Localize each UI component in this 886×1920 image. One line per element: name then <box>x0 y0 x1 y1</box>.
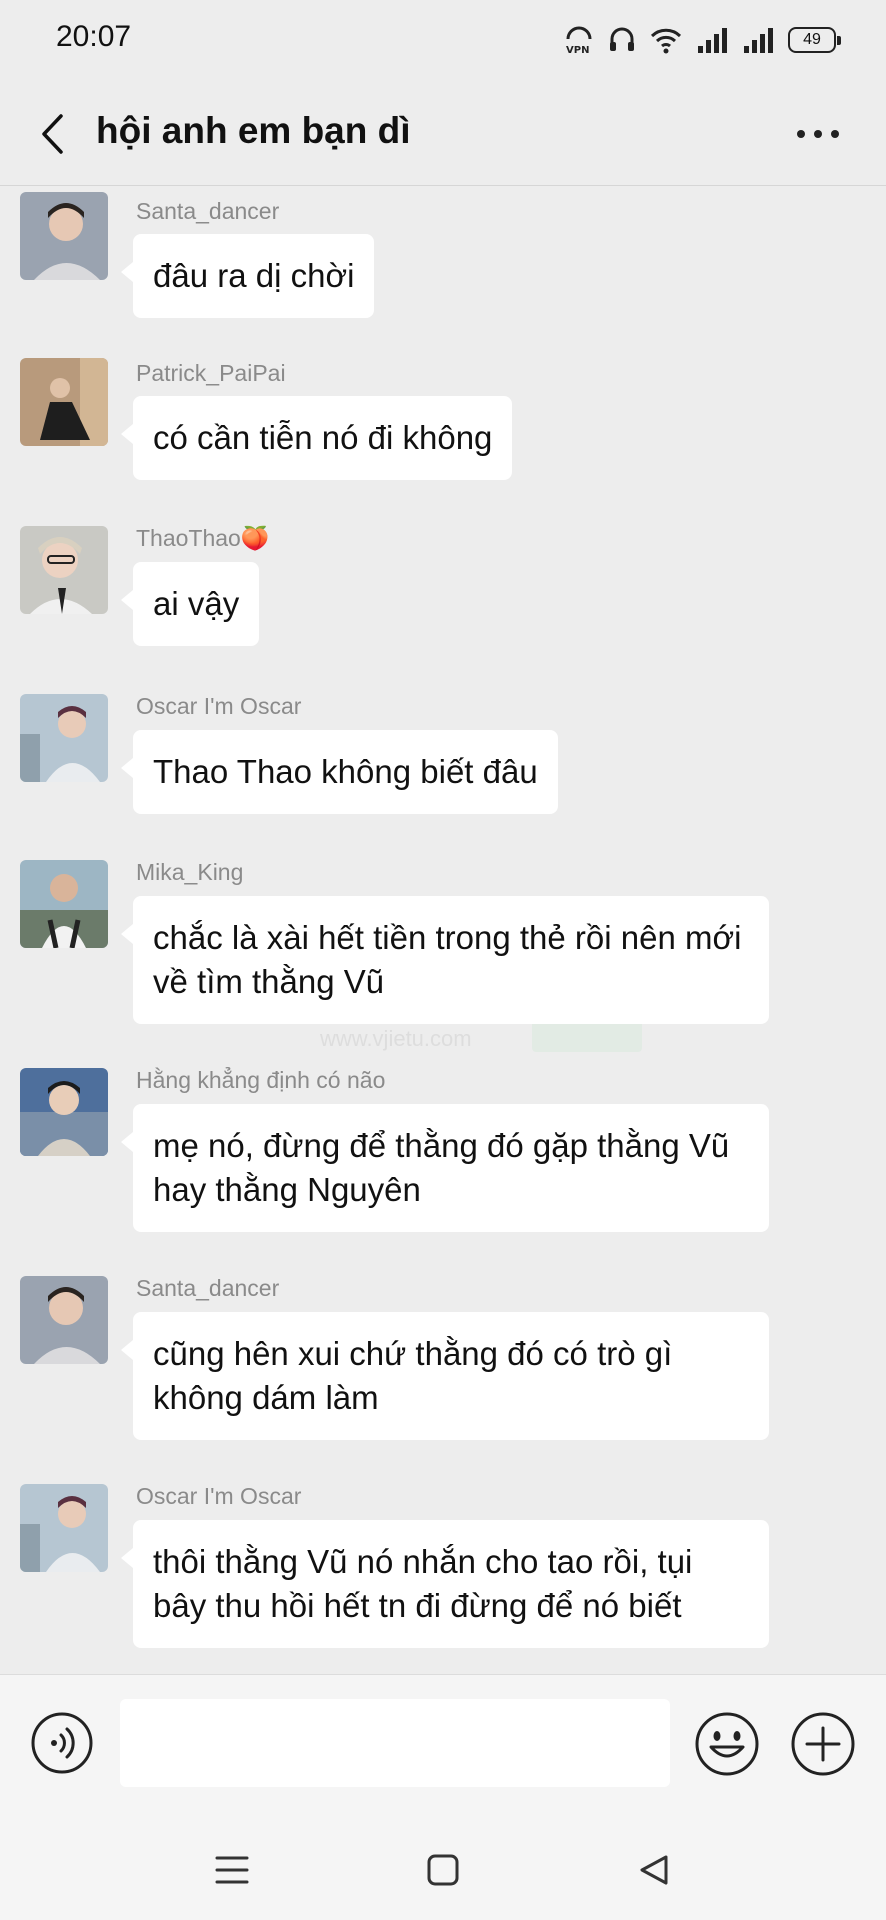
avatar[interactable] <box>20 1484 108 1572</box>
dot-icon <box>814 130 822 138</box>
home-nav-button[interactable] <box>417 1844 469 1896</box>
more-actions-button[interactable] <box>790 1711 856 1777</box>
sender-name: Santa_dancer <box>136 1275 280 1301</box>
chat-title: hội anh em bạn dì <box>96 110 411 151</box>
sender-name: Patrick_PaiPai <box>136 360 286 386</box>
avatar[interactable] <box>20 1276 108 1364</box>
sender-name: Oscar I'm Oscar <box>136 693 302 719</box>
plus-icon <box>791 1712 855 1776</box>
voice-input-button[interactable] <box>30 1711 94 1775</box>
avatar[interactable] <box>20 358 108 446</box>
sender-name: Mika_King <box>136 859 244 885</box>
avatar[interactable] <box>20 526 108 614</box>
more-options-button[interactable] <box>790 116 846 152</box>
chevron-left-icon <box>42 114 63 154</box>
message-bubble[interactable]: có cần tiễn nó đi không <box>120 396 513 480</box>
message-bubble[interactable]: thôi thằng Vũ nó nhắn cho tao rồi, tụi b… <box>121 1520 769 1648</box>
back-button[interactable] <box>32 106 72 162</box>
message-input[interactable] <box>120 1699 670 1787</box>
emoji-button[interactable] <box>694 1711 760 1777</box>
message-bubble[interactable]: cũng hên xui chứ thằng đó có trò gì khôn… <box>121 1312 769 1440</box>
smiley-icon <box>695 1712 759 1776</box>
back-nav-button[interactable] <box>628 1844 680 1896</box>
status-icons: VPN 49 <box>564 22 841 58</box>
message-bubble[interactable]: đâu ra dị chời <box>120 234 375 318</box>
message-bubble[interactable]: ai vậy <box>120 562 260 646</box>
avatar[interactable] <box>20 1068 108 1156</box>
svg-text:VPN: VPN <box>566 45 589 55</box>
message-bubble[interactable]: Thao Thao không biết đâu <box>121 730 558 814</box>
menu-icon <box>215 1856 249 1884</box>
status-time: 20:07 <box>56 20 132 53</box>
watermark-url: www.vjietu.com <box>320 1026 472 1051</box>
avatar[interactable] <box>20 860 108 948</box>
avatar[interactable] <box>20 694 108 782</box>
dot-icon <box>797 130 805 138</box>
status-bar: 20:07 VPN 49 <box>0 0 886 80</box>
signal-icon-2 <box>744 28 773 53</box>
chat-header: hội anh em bạn dì <box>0 80 886 186</box>
signal-icon-1 <box>698 28 727 53</box>
triangle-back-icon <box>640 1855 668 1885</box>
sender-name: Hằng khẳng định có não <box>136 1067 386 1093</box>
input-bar <box>0 1674 886 1814</box>
wifi-icon <box>650 28 682 54</box>
vpn-icon: VPN <box>566 26 592 55</box>
sender-name: ThaoThao🍑 <box>136 525 270 551</box>
sender-name: Oscar I'm Oscar <box>136 1483 302 1509</box>
message-bubble[interactable]: chắc là xài hết tiền trong thẻ rồi nên m… <box>121 896 769 1024</box>
headphones-icon <box>610 27 634 51</box>
message-list[interactable]: 微截图 www.vjietu.com Santa_dancer đâu ra d… <box>0 186 886 1674</box>
dot-icon <box>831 130 839 138</box>
avatar[interactable] <box>20 192 108 280</box>
battery-icon: 49 <box>788 27 841 53</box>
home-square-icon <box>427 1854 459 1886</box>
voice-icon <box>31 1712 93 1774</box>
menu-nav-button[interactable] <box>206 1844 258 1896</box>
system-nav-bar <box>0 1814 886 1920</box>
message-bubble[interactable]: mẹ nó, đừng để thằng đó gặp thằng Vũ hay… <box>121 1104 769 1232</box>
sender-name: Santa_dancer <box>136 198 280 224</box>
